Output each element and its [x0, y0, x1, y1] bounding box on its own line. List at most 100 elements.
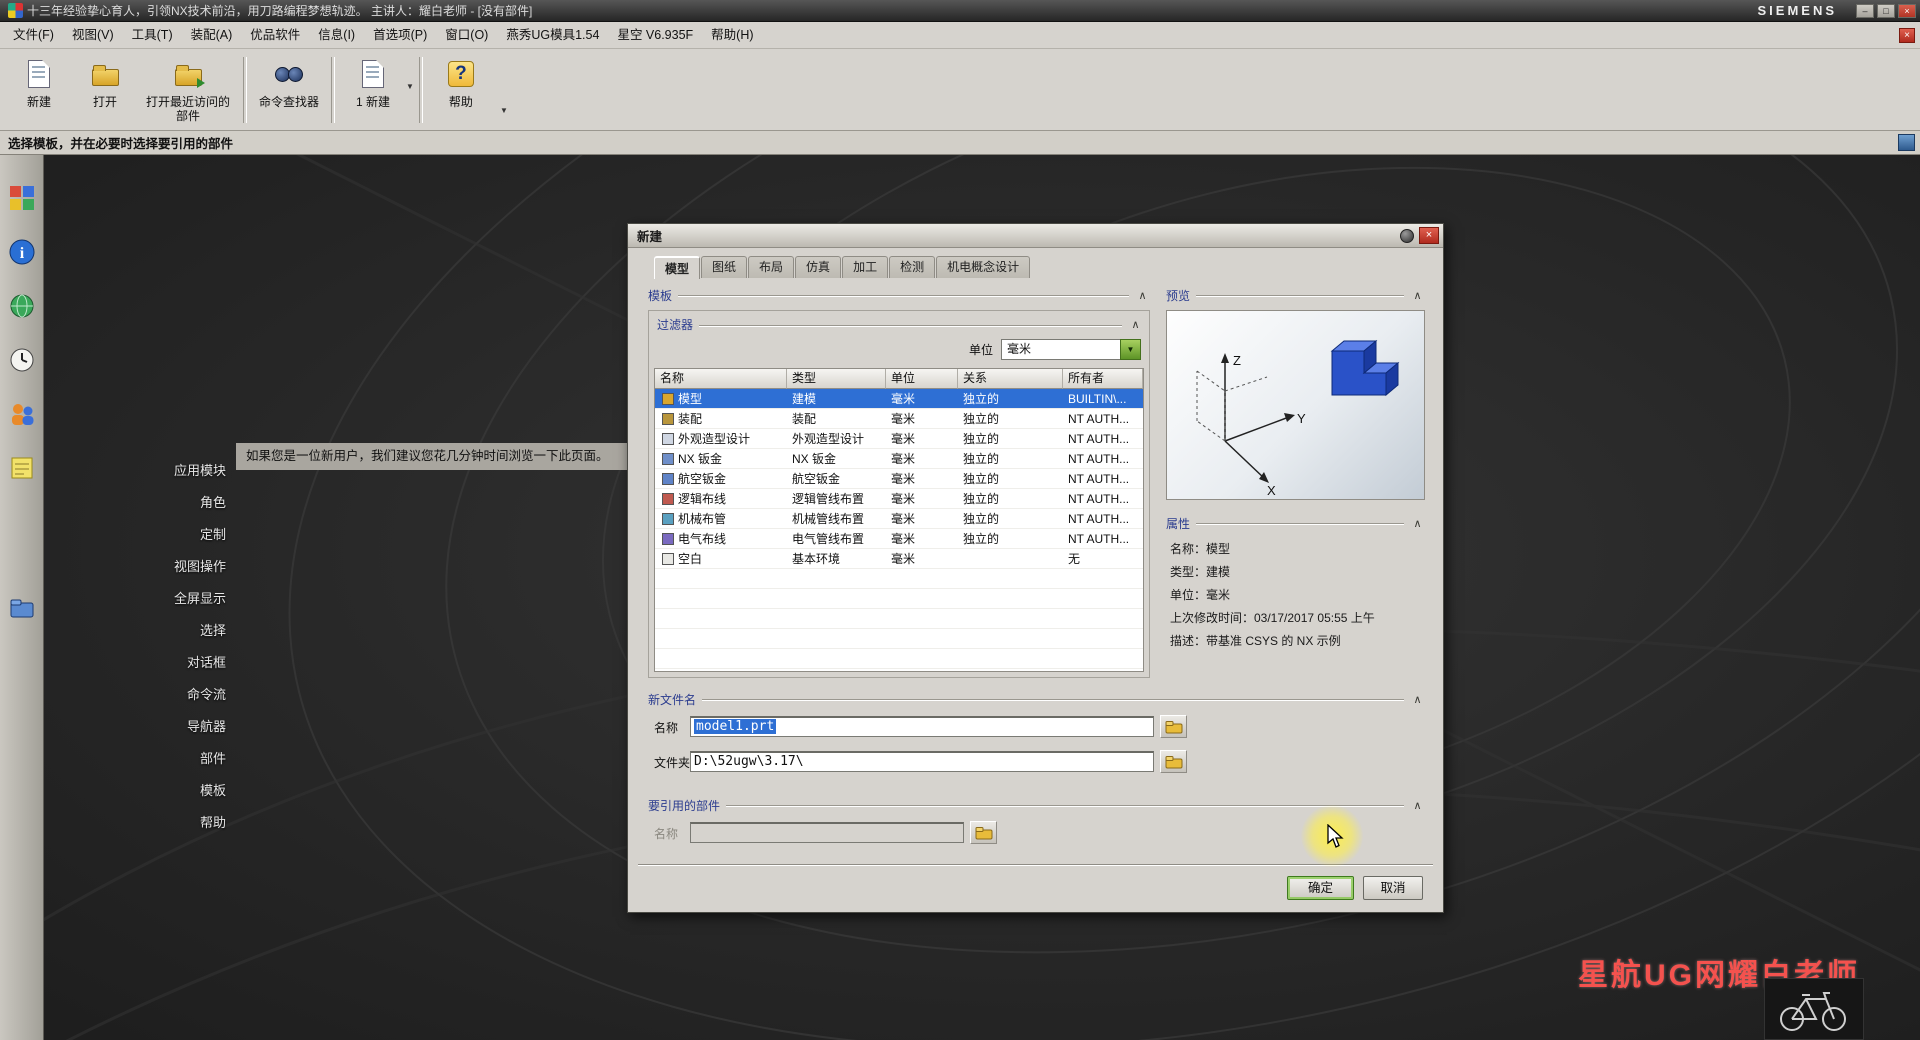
browse-folder-button[interactable] [1160, 750, 1187, 773]
sidebar-item[interactable]: 应用模块 [96, 455, 226, 487]
dialog-tab[interactable]: 加工 [842, 256, 889, 278]
template-row[interactable]: 电气布线 电气管线布置 毫米 独立的 NT AUTH... [655, 529, 1143, 549]
property-line: 描述：带基准 CSYS 的 NX 示例 [1170, 634, 1341, 648]
template-row[interactable]: 模型 建模 毫米 独立的 BUILTIN\... [655, 389, 1143, 409]
template-row[interactable]: 外观造型设计 外观造型设计 毫米 独立的 NT AUTH... [655, 429, 1143, 449]
section-part-to-reference: 要引用的部件 [648, 796, 1425, 814]
table-cell: NT AUTH... [1068, 431, 1130, 446]
column-header[interactable]: 单位 [886, 369, 958, 389]
dialog-tab[interactable]: 模型 [654, 256, 701, 279]
sidebar-item[interactable]: 命令流 [96, 679, 226, 711]
dialog-close-icon[interactable]: × [1419, 227, 1439, 244]
cancel-button[interactable]: 取消 [1363, 876, 1423, 900]
dialog-tab[interactable]: 检测 [889, 256, 936, 278]
ok-button[interactable]: 确定 [1287, 876, 1354, 900]
toolbar-overflow-icon[interactable] [500, 54, 508, 115]
collapse-chevron-icon[interactable] [1410, 289, 1425, 302]
info-icon[interactable]: i [9, 239, 35, 265]
table-cell: 独立的 [963, 511, 1000, 526]
table-cell: 毫米 [891, 531, 916, 546]
collapse-chevron-icon[interactable] [1410, 799, 1425, 812]
menu-item[interactable]: 信息(I) [309, 22, 364, 49]
open-recent-button[interactable]: 打开最近访问的部件 [138, 54, 238, 126]
dialog-tab[interactable]: 布局 [748, 256, 795, 278]
minimize-button[interactable]: – [1856, 3, 1874, 18]
menu-item[interactable]: 视图(V) [63, 22, 123, 49]
template-row[interactable]: 空白 基本环境 毫米 无 [655, 549, 1143, 569]
sidebar-item[interactable]: 导航器 [96, 711, 226, 743]
collapse-chevron-icon[interactable] [1128, 318, 1143, 331]
dropdown-arrow-icon[interactable] [406, 54, 414, 91]
template-row[interactable]: 机械布管 机械管线布置 毫米 独立的 NT AUTH... [655, 509, 1143, 529]
template-row[interactable]: NX 钣金 NX 钣金 毫米 独立的 NT AUTH... [655, 449, 1143, 469]
template-row[interactable]: 装配 装配 毫米 独立的 NT AUTH... [655, 409, 1143, 429]
table-cell: 毫米 [891, 411, 916, 426]
menu-item[interactable]: 工具(T) [123, 22, 182, 49]
menu-item[interactable]: 文件(F) [4, 22, 63, 49]
sidebar-item[interactable]: 对话框 [96, 647, 226, 679]
dialog-title-bar[interactable]: 新建 × [628, 224, 1443, 248]
globe-icon[interactable] [9, 293, 35, 319]
dialog-options-icon[interactable] [1400, 228, 1414, 243]
dropdown-arrow-icon[interactable] [1120, 339, 1141, 360]
clock-icon[interactable] [9, 347, 35, 373]
collapse-chevron-icon[interactable] [1410, 693, 1425, 706]
template-row[interactable]: 航空钣金 航空钣金 毫米 独立的 NT AUTH... [655, 469, 1143, 489]
collapse-chevron-icon[interactable] [1135, 289, 1150, 302]
column-header[interactable]: 类型 [787, 369, 886, 389]
menu-item[interactable]: 燕秀UG模具1.54 [497, 22, 608, 49]
folder-path-input[interactable]: D:\52ugw\3.17\ [690, 751, 1154, 772]
empty-row [655, 589, 1143, 609]
folder-navigator-icon[interactable] [9, 595, 35, 621]
child-close-icon[interactable]: × [1899, 27, 1915, 43]
menu-item[interactable]: 星空 V6.935F [608, 22, 702, 49]
dialog-tab[interactable]: 机电概念设计 [936, 256, 1031, 278]
sidebar-item[interactable]: 模板 [96, 775, 226, 807]
bicycle-icon [1780, 992, 1846, 1031]
units-dropdown[interactable]: 毫米 [1001, 339, 1141, 360]
recent-folder-icon [172, 58, 205, 90]
open-button[interactable]: 打开 [72, 54, 138, 126]
menu-item[interactable]: 帮助(H) [702, 22, 762, 49]
sidebar-item[interactable]: 角色 [96, 487, 226, 519]
command-finder-button[interactable]: 命令查找器 [252, 54, 326, 126]
menu-item[interactable]: 装配(A) [182, 22, 242, 49]
collapse-chevron-icon[interactable] [1410, 517, 1425, 530]
sidebar-item[interactable]: 帮助 [96, 807, 226, 839]
maximize-button[interactable]: □ [1877, 3, 1895, 18]
sidebar-item[interactable]: 定制 [96, 519, 226, 551]
presenter-photo [1764, 978, 1864, 1040]
sidebar-item[interactable]: 视图操作 [96, 551, 226, 583]
new-button[interactable]: 新建 [6, 54, 72, 126]
reference-name-label: 名称 [654, 827, 679, 841]
sidebar-item[interactable]: 选择 [96, 615, 226, 647]
menu-item[interactable]: 优品软件 [241, 22, 309, 49]
browse-file-button[interactable] [1160, 715, 1187, 738]
dialog-tab[interactable]: 仿真 [795, 256, 842, 278]
window-title: 十三年经验挚心育人，引领NX技术前沿，用刀路编程梦想轨迹。 主讲人：耀白老师 -… [27, 4, 533, 18]
section-title: 属性 [1166, 516, 1191, 531]
notes-icon[interactable] [9, 455, 35, 481]
users-icon[interactable] [9, 401, 35, 427]
browse-reference-button[interactable] [970, 821, 997, 844]
close-button[interactable]: × [1898, 3, 1916, 18]
column-header[interactable]: 所有者 [1063, 369, 1143, 389]
dialog-tab[interactable]: 图纸 [701, 256, 748, 278]
template-row[interactable]: 逻辑布线 逻辑管线布置 毫米 独立的 NT AUTH... [655, 489, 1143, 509]
sidebar-item[interactable]: 全屏显示 [96, 583, 226, 615]
help-button[interactable]: ? 帮助 [428, 54, 494, 126]
menu-item[interactable]: 窗口(O) [436, 22, 497, 49]
sidebar-item[interactable]: 部件 [96, 743, 226, 775]
recent-new-button[interactable]: 1 新建 [340, 54, 406, 126]
prompt-icon[interactable] [1898, 134, 1915, 151]
title-bar[interactable]: 十三年经验挚心育人，引领NX技术前沿，用刀路编程梦想轨迹。 主讲人：耀白老师 -… [0, 0, 1920, 22]
new-document-icon [357, 58, 389, 90]
table-header: 名称 类型 单位 关系 所有者 [655, 369, 1143, 389]
axis-y-label: Y [1297, 411, 1306, 426]
menu-item[interactable]: 首选项(P) [364, 22, 436, 49]
application-modules-icon[interactable] [9, 185, 35, 211]
column-header[interactable]: 名称 [655, 369, 787, 389]
column-header[interactable]: 关系 [958, 369, 1063, 389]
file-name-input[interactable]: model1.prt [690, 716, 1154, 737]
section-title: 模板 [648, 288, 673, 303]
